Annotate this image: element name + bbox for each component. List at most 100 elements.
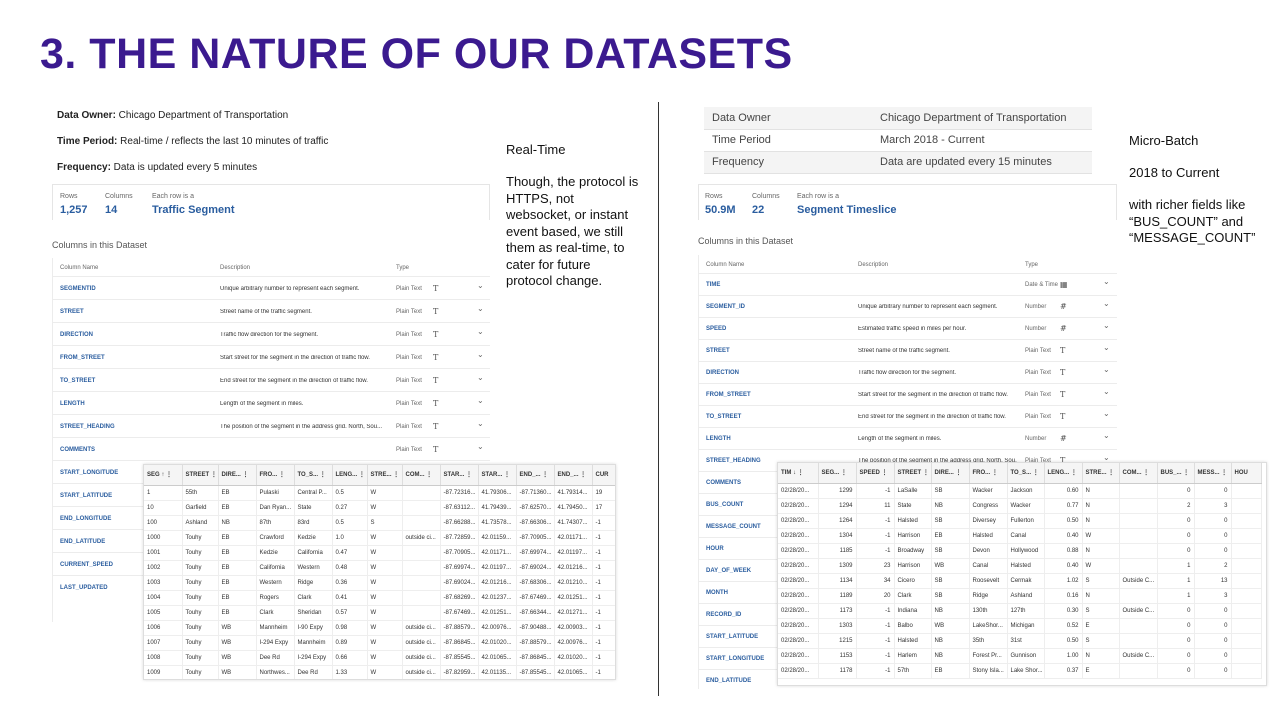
grid-column-header[interactable]: STRE... ⋮ bbox=[367, 465, 403, 486]
grid-row[interactable]: 1008 Touhy WB Dee Rd I-294 Expy 0.66 Woutside … bbox=[144, 650, 615, 666]
chevron-down-icon[interactable]: ⌄ bbox=[477, 350, 484, 359]
column-name[interactable]: CURRENT_SPEED bbox=[60, 562, 113, 568]
chevron-down-icon[interactable]: ⌄ bbox=[477, 304, 484, 313]
grid-column-header[interactable]: LENG... ⋮ bbox=[1044, 463, 1083, 484]
column-name[interactable]: STREET_HEADING bbox=[706, 458, 761, 464]
column-name[interactable]: BUS_COUNT bbox=[706, 502, 743, 508]
chevron-down-icon[interactable]: ⌄ bbox=[477, 373, 484, 382]
grid-row[interactable]: 1003 Touhy EB Western Ridge 0.36 W -87.69024...… bbox=[144, 575, 615, 591]
grid-column-header[interactable]: STAR... ⋮ bbox=[478, 465, 517, 486]
grid-column-header[interactable]: TO_S... ⋮ bbox=[294, 465, 333, 486]
chevron-down-icon[interactable]: ⌄ bbox=[477, 281, 484, 290]
column-row[interactable]: COMMENTS Plain Text T ⌄ bbox=[53, 437, 490, 460]
column-row[interactable]: LENGTH Length of the segment in miles. Num… bbox=[699, 427, 1117, 449]
column-name[interactable]: STREET_HEADING bbox=[60, 424, 115, 430]
chevron-down-icon[interactable]: ⌄ bbox=[1103, 299, 1110, 308]
grid-column-header[interactable]: SEG... ⋮ bbox=[818, 463, 857, 484]
grid-row[interactable]: 02/28/20... 1309 23 Harrison WB Canal Halsted 0… bbox=[778, 558, 1262, 574]
grid-column-header[interactable]: STREET ⋮ bbox=[182, 465, 219, 486]
column-name[interactable]: LENGTH bbox=[706, 436, 731, 442]
column-row[interactable]: FROM_STREET Start street for the segment … bbox=[53, 345, 490, 368]
grid-column-header[interactable]: DIRE... ⋮ bbox=[931, 463, 970, 484]
column-name[interactable]: DAY_OF_WEEK bbox=[706, 568, 751, 574]
grid-column-header[interactable]: FRO... ⋮ bbox=[969, 463, 1008, 484]
column-row[interactable]: FROM_STREET Start street for the segment … bbox=[699, 383, 1117, 405]
grid-column-header[interactable]: SPEED ⋮ bbox=[856, 463, 895, 484]
column-name[interactable]: MONTH bbox=[706, 590, 728, 596]
grid-column-header[interactable]: END_... ⋮ bbox=[554, 465, 593, 486]
grid-column-header[interactable]: MESS... ⋮ bbox=[1194, 463, 1232, 484]
column-name[interactable]: TIME bbox=[706, 282, 720, 288]
grid-column-header[interactable]: STREET ⋮ bbox=[894, 463, 932, 484]
column-name[interactable]: COMMENTS bbox=[706, 480, 741, 486]
right-data-grid[interactable]: TIM ↓ ⋮ SEG... ⋮ SPEED ⋮ STREET ⋮ DIRE... ⋮ F… bbox=[777, 462, 1267, 686]
chevron-down-icon[interactable]: ⌄ bbox=[1103, 365, 1110, 374]
column-name[interactable]: MESSAGE_COUNT bbox=[706, 524, 761, 530]
column-name[interactable]: DIRECTION bbox=[60, 332, 93, 338]
column-name[interactable]: COMMENTS bbox=[60, 447, 95, 453]
column-row[interactable]: DIRECTION Traffic flow direction for the … bbox=[53, 322, 490, 345]
column-row[interactable]: STREET_HEADING The position of the segmen… bbox=[53, 414, 490, 437]
grid-column-header[interactable]: COM... ⋮ bbox=[1119, 463, 1158, 484]
grid-row[interactable]: 02/28/20... 1189 20 Clark SB Ridge Ashland 0.16… bbox=[778, 588, 1262, 604]
column-row[interactable]: STREET Street name of the traffic segment… bbox=[53, 299, 490, 322]
grid-row[interactable]: 02/28/20... 1134 34 Cicero SB Roosevelt Cermak… bbox=[778, 573, 1262, 589]
chevron-down-icon[interactable]: ⌄ bbox=[1103, 343, 1110, 352]
column-row[interactable]: TO_STREET End street for the segment in t… bbox=[53, 368, 490, 391]
grid-row[interactable]: 1000 Touhy EB Crawford Kedzie 1.0 Woutside ci.… bbox=[144, 530, 615, 546]
grid-column-header[interactable]: COM... ⋮ bbox=[402, 465, 441, 486]
column-name[interactable]: FROM_STREET bbox=[706, 392, 751, 398]
column-name[interactable]: END_LATITUDE bbox=[60, 539, 105, 545]
grid-column-header[interactable]: DIRE... ⋮ bbox=[218, 465, 257, 486]
column-name[interactable]: START_LONGITUDE bbox=[706, 656, 764, 662]
chevron-down-icon[interactable]: ⌄ bbox=[1103, 409, 1110, 418]
grid-row[interactable]: 10 Garfield EB Dan Ryan... State 0.27 W -87.631… bbox=[144, 500, 615, 516]
grid-row[interactable]: 02/28/20... 1299 -1 LaSalle SB Wacker Jackson 0… bbox=[778, 483, 1262, 499]
grid-row[interactable]: 02/28/20... 1303 -1 Balbo WB LakeShor... Michi… bbox=[778, 618, 1262, 634]
grid-column-header[interactable]: STAR... ⋮ bbox=[440, 465, 479, 486]
column-name[interactable]: START_LATITUDE bbox=[60, 493, 112, 499]
grid-row[interactable]: 02/28/20... 1294 11 State NB Congress Wacker 0.… bbox=[778, 498, 1262, 514]
grid-row[interactable]: 02/28/20... 1185 -1 Broadway SB Devon Hollywoo… bbox=[778, 543, 1262, 559]
column-row[interactable]: SPEED Estimated traffic speed in miles pe… bbox=[699, 317, 1117, 339]
column-row[interactable]: LENGTH Length of the segment in miles. Pla… bbox=[53, 391, 490, 414]
column-name[interactable]: START_LONGITUDE bbox=[60, 470, 118, 476]
column-name[interactable]: END_LONGITUDE bbox=[60, 516, 111, 522]
grid-row[interactable]: 02/28/20... 1215 -1 Halsted NB 35th 31st 0.50 S 0… bbox=[778, 633, 1262, 649]
grid-column-header[interactable]: CUR bbox=[592, 465, 615, 486]
chevron-down-icon[interactable]: ⌄ bbox=[477, 442, 484, 451]
column-name[interactable]: SEGMENT_ID bbox=[706, 304, 745, 310]
grid-column-header[interactable]: FRO... ⋮ bbox=[256, 465, 295, 486]
chevron-down-icon[interactable]: ⌄ bbox=[1103, 321, 1110, 330]
grid-column-header[interactable]: END_... ⋮ bbox=[516, 465, 555, 486]
column-row[interactable]: STREET Street name of the traffic segment… bbox=[699, 339, 1117, 361]
grid-column-header[interactable]: STRE... ⋮ bbox=[1082, 463, 1120, 484]
column-row[interactable]: TIME Date & Time ▦ ⌄ bbox=[699, 273, 1117, 295]
column-name[interactable]: RECORD_ID bbox=[706, 612, 741, 618]
grid-column-header[interactable]: TIM ↓ ⋮ bbox=[778, 463, 819, 484]
chevron-down-icon[interactable]: ⌄ bbox=[1103, 277, 1110, 286]
grid-row[interactable]: 1006 Touhy WB Mannheim I-90 Expy 0.98 Woutside… bbox=[144, 620, 615, 636]
grid-row[interactable]: 100 Ashland NB 87th 83rd 0.5 S -87.66288... 41.7… bbox=[144, 515, 615, 531]
left-data-grid[interactable]: SEG ↑ ⋮ STREET ⋮ DIRE... ⋮ FRO... ⋮ TO_S... … bbox=[143, 464, 616, 680]
grid-row[interactable]: 02/28/20... 1304 -1 Harrison EB Halsted Canal 0… bbox=[778, 528, 1262, 544]
grid-row[interactable]: 02/28/20... 1264 -1 Halsted SB Diversey Fuller… bbox=[778, 513, 1262, 529]
column-name[interactable]: TO_STREET bbox=[60, 378, 95, 384]
column-name[interactable]: START_LATITUDE bbox=[706, 634, 758, 640]
grid-row[interactable]: 1004 Touhy EB Rogers Clark 0.41 W -87.68269... 4… bbox=[144, 590, 615, 606]
grid-column-header[interactable]: SEG ↑ ⋮ bbox=[144, 465, 183, 486]
grid-row[interactable]: 02/28/20... 1153 -1 Harlem NB Forest Pr... Gun… bbox=[778, 648, 1262, 664]
grid-row[interactable]: 1 55th EB Pulaski Central P... 0.5 W -87.72316.… bbox=[144, 485, 615, 501]
column-name[interactable]: SEGMENTID bbox=[60, 286, 96, 292]
column-row[interactable]: SEGMENT_ID Unique arbitrary number to rep… bbox=[699, 295, 1117, 317]
chevron-down-icon[interactable]: ⌄ bbox=[1103, 387, 1110, 396]
chevron-down-icon[interactable]: ⌄ bbox=[477, 419, 484, 428]
column-name[interactable]: DIRECTION bbox=[706, 370, 739, 376]
column-name[interactable]: STREET bbox=[60, 309, 84, 315]
chevron-down-icon[interactable]: ⌄ bbox=[1103, 453, 1110, 462]
column-name[interactable]: SPEED bbox=[706, 326, 726, 332]
column-name[interactable]: TO_STREET bbox=[706, 414, 741, 420]
grid-row[interactable]: 1005 Touhy EB Clark Sheridan 0.57 W -87.67469..… bbox=[144, 605, 615, 621]
column-row[interactable]: SEGMENTID Unique arbitrary number to repr… bbox=[53, 276, 490, 299]
chevron-down-icon[interactable]: ⌄ bbox=[1103, 431, 1110, 440]
